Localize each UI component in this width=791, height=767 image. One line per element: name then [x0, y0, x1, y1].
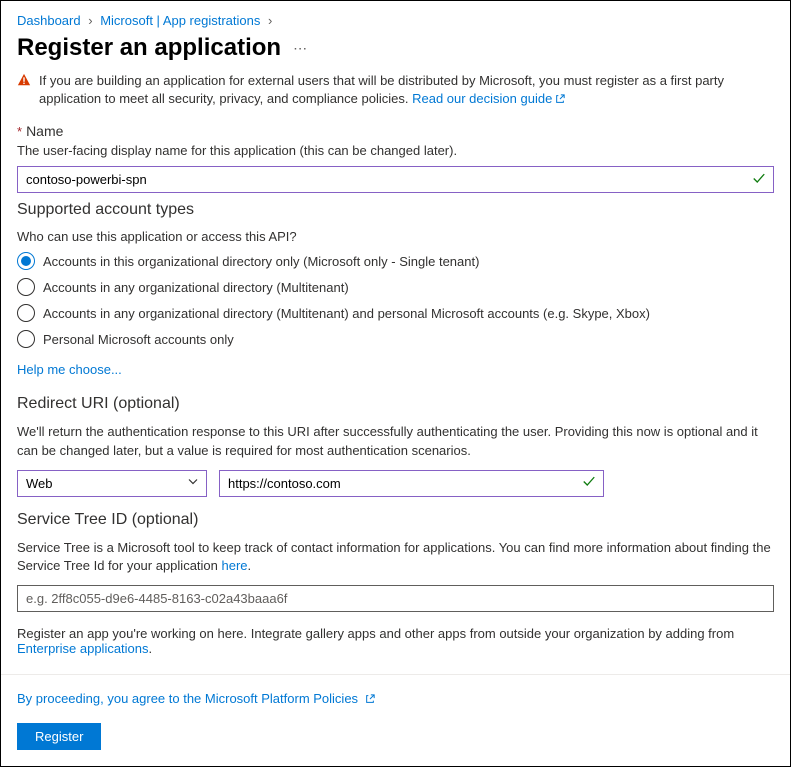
service-tree-input[interactable]: [17, 585, 774, 612]
external-link-icon: [365, 692, 375, 707]
radio-icon: [17, 304, 35, 322]
enterprise-applications-link[interactable]: Enterprise applications: [17, 641, 149, 656]
register-button[interactable]: Register: [17, 723, 101, 750]
radio-label: Accounts in any organizational directory…: [43, 306, 650, 321]
external-link-icon: [555, 91, 565, 109]
chevron-right-icon: ›: [268, 13, 272, 28]
banner-text: If you are building an application for e…: [39, 73, 724, 106]
service-tree-description: Service Tree is a Microsoft tool to keep…: [17, 539, 774, 575]
warning-banner: If you are building an application for e…: [17, 72, 774, 109]
help-me-choose-link[interactable]: Help me choose...: [17, 362, 122, 377]
check-icon: [752, 171, 766, 188]
radio-icon: [17, 330, 35, 348]
redirect-uri-heading: Redirect URI (optional): [17, 395, 774, 413]
name-label: Name: [26, 123, 63, 139]
service-tree-heading: Service Tree ID (optional): [17, 511, 774, 529]
radio-icon: [17, 278, 35, 296]
radio-single-tenant[interactable]: Accounts in this organizational director…: [17, 252, 774, 270]
chevron-right-icon: ›: [88, 13, 92, 28]
footer-note: Register an app you're working on here. …: [17, 626, 774, 656]
radio-multitenant-personal[interactable]: Accounts in any organizational directory…: [17, 304, 774, 322]
platform-policies-link[interactable]: By proceeding, you agree to the Microsof…: [17, 691, 774, 707]
warning-icon: [17, 73, 31, 92]
name-helper: The user-facing display name for this ap…: [17, 143, 774, 158]
account-types-heading: Supported account types: [17, 201, 774, 219]
divider: [1, 674, 790, 675]
required-indicator: *: [17, 124, 22, 139]
radio-icon: [17, 252, 35, 270]
radio-label: Accounts in any organizational directory…: [43, 280, 349, 295]
redirect-uri-description: We'll return the authentication response…: [17, 423, 774, 459]
decision-guide-link[interactable]: Read our decision guide: [412, 91, 565, 106]
breadcrumb: Dashboard › Microsoft | App registration…: [17, 9, 774, 34]
service-tree-here-link[interactable]: here: [222, 558, 248, 573]
breadcrumb-app-registrations[interactable]: Microsoft | App registrations: [100, 13, 260, 28]
account-types-radio-group: Accounts in this organizational director…: [17, 252, 774, 348]
radio-label: Accounts in this organizational director…: [43, 254, 479, 269]
radio-label: Personal Microsoft accounts only: [43, 332, 234, 347]
radio-multitenant[interactable]: Accounts in any organizational directory…: [17, 278, 774, 296]
check-icon: [582, 475, 596, 492]
platform-select[interactable]: Web: [17, 470, 207, 497]
page-title: Register an application: [17, 34, 281, 62]
breadcrumb-dashboard[interactable]: Dashboard: [17, 13, 81, 28]
more-actions-button[interactable]: ⋯: [293, 40, 307, 57]
account-types-question: Who can use this application or access t…: [17, 229, 774, 244]
name-input[interactable]: [17, 166, 774, 193]
radio-personal-only[interactable]: Personal Microsoft accounts only: [17, 330, 774, 348]
chevron-down-icon: [187, 476, 199, 491]
redirect-uri-input[interactable]: [219, 470, 604, 497]
